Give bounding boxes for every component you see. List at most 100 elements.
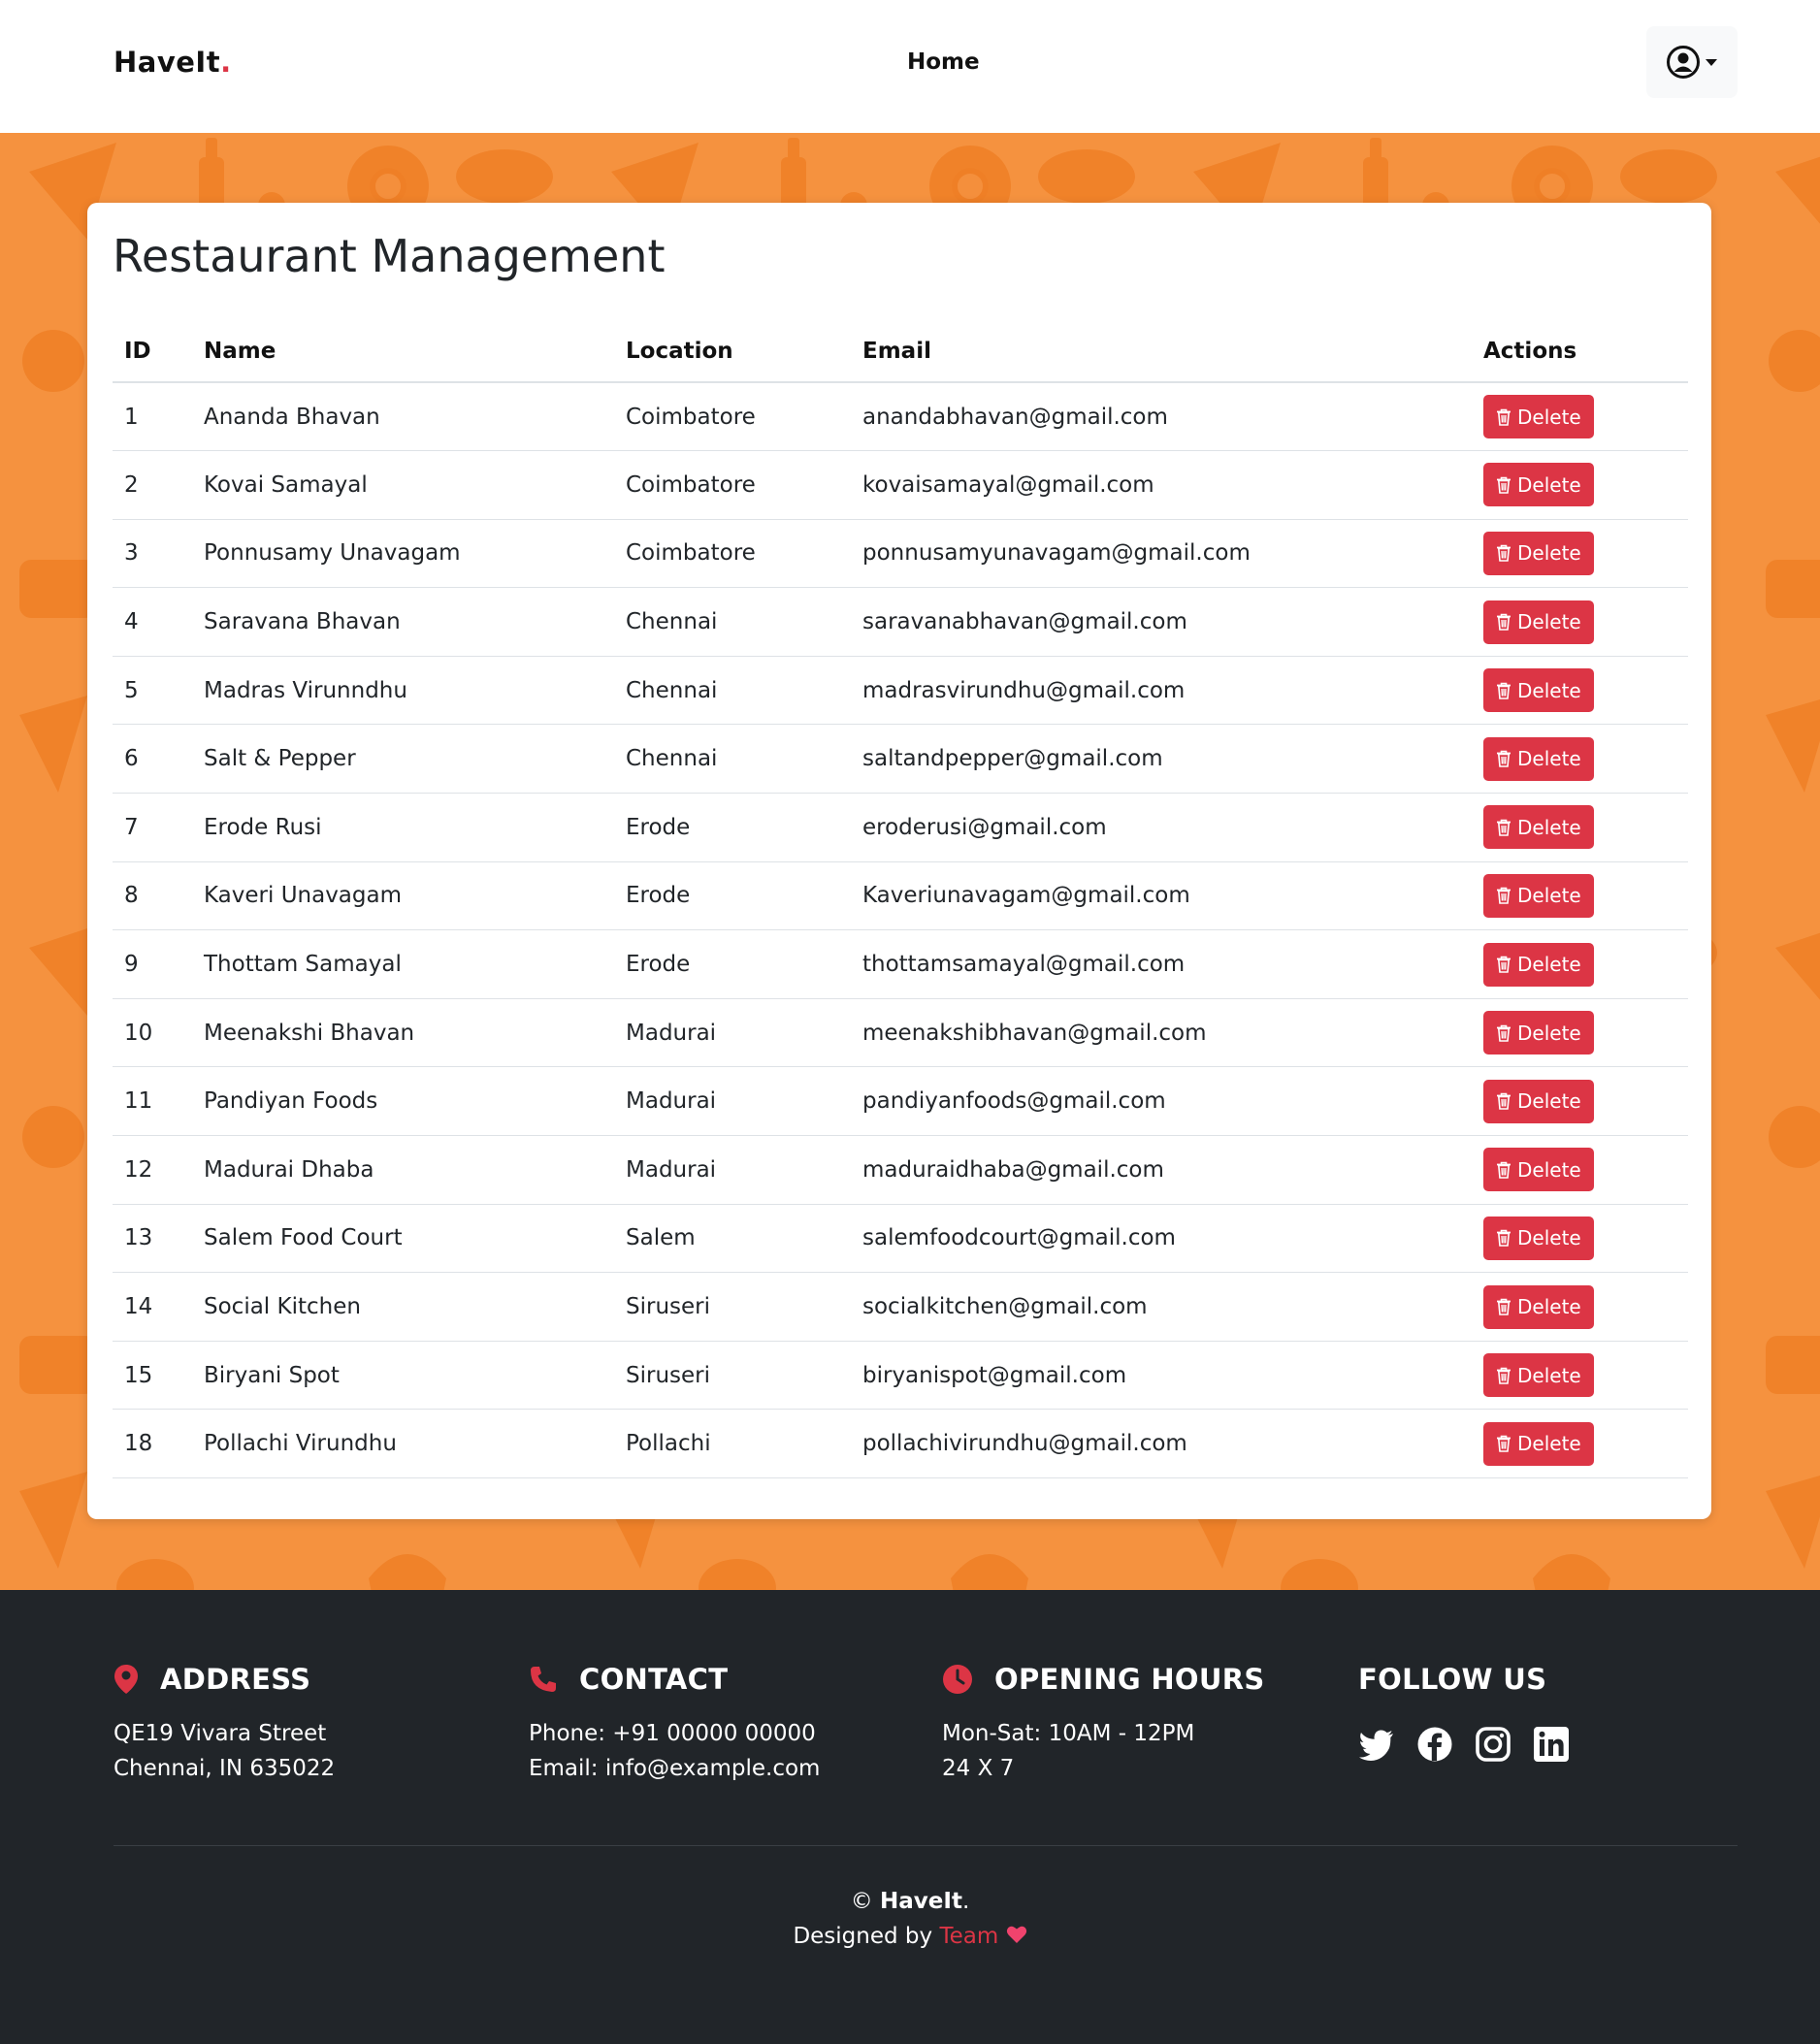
linkedin-icon[interactable] (1533, 1726, 1570, 1763)
cell-id: 8 (113, 861, 192, 931)
hours-line-2: 24 X 7 (942, 1756, 1015, 1781)
cell-id: 6 (113, 724, 192, 795)
cell-location: Erode (614, 861, 851, 931)
caret-down-icon (1705, 57, 1718, 67)
delete-button[interactable]: Delete (1483, 1284, 1594, 1329)
contact-phone: Phone: +91 00000 00000 (529, 1721, 816, 1746)
cell-name: Ponnusamy Unavagam (192, 519, 614, 589)
table-row: 15 Biryani Spot Siruseri biryanispot@gmail.… (113, 1341, 1688, 1411)
delete-button[interactable]: Delete (1483, 531, 1594, 575)
cell-actions: Delete (1472, 793, 1688, 862)
cell-name: Salt & Pepper (192, 724, 614, 795)
delete-button[interactable]: Delete (1483, 873, 1594, 918)
cell-location: Madurai (614, 1135, 851, 1205)
cell-actions: Delete (1472, 519, 1688, 589)
cell-location: Madurai (614, 998, 851, 1068)
delete-label: Delete (1517, 953, 1581, 977)
cell-email: saravanabhavan@gmail.com (851, 587, 1472, 657)
delete-button[interactable]: Delete (1483, 1353, 1594, 1398)
cell-id: 14 (113, 1272, 192, 1342)
trash-icon (1496, 613, 1511, 631)
footer-divider (114, 1845, 1738, 1846)
table-header-row: ID Name Location Email Actions (113, 320, 1688, 383)
trash-icon (1496, 1024, 1511, 1042)
user-menu-button[interactable] (1646, 26, 1738, 98)
trash-icon (1496, 750, 1511, 768)
cell-id: 5 (113, 656, 192, 726)
header-name: Name (192, 320, 614, 383)
delete-label: Delete (1517, 610, 1581, 634)
delete-label: Delete (1517, 1226, 1581, 1250)
cell-actions: Delete (1472, 1341, 1688, 1411)
trash-icon (1496, 408, 1511, 426)
nav-home-link[interactable]: Home (907, 49, 980, 75)
follow-heading: FOLLOW US (1358, 1663, 1547, 1696)
footer: ADDRESS QE19 Vivara Street Chennai, IN 6… (0, 1590, 1820, 2044)
delete-button[interactable]: Delete (1483, 1079, 1594, 1123)
twitter-icon[interactable] (1358, 1726, 1395, 1763)
cell-email: eroderusi@gmail.com (851, 793, 1472, 862)
navbar: HaveIt. Home (0, 0, 1820, 133)
cell-id: 12 (113, 1135, 192, 1205)
team-link[interactable]: Team (939, 1924, 998, 1949)
cell-location: Salem (614, 1204, 851, 1274)
delete-label: Delete (1517, 472, 1581, 497)
delete-button[interactable]: Delete (1483, 942, 1594, 987)
cell-location: Coimbatore (614, 450, 851, 520)
copyright-block: © HaveIt. Designed by Team (0, 1884, 1820, 1955)
delete-label: Delete (1517, 1432, 1581, 1456)
facebook-icon[interactable] (1416, 1726, 1453, 1763)
cell-email: madrasvirundhu@gmail.com (851, 656, 1472, 726)
cell-name: Kaveri Unavagam (192, 861, 614, 931)
contact-heading: CONTACT (579, 1663, 729, 1696)
brand-logo[interactable]: HaveIt. (114, 46, 232, 79)
copyright-symbol: © (850, 1889, 873, 1914)
cell-email: Kaveriunavagam@gmail.com (851, 861, 1472, 931)
address-heading: ADDRESS (160, 1663, 311, 1696)
trash-icon (1496, 956, 1511, 973)
cell-id: 4 (113, 587, 192, 657)
address-line-2: Chennai, IN 635022 (114, 1756, 336, 1781)
instagram-icon[interactable] (1475, 1726, 1511, 1763)
cell-actions: Delete (1472, 450, 1688, 520)
user-circle-icon (1666, 45, 1701, 80)
cell-location: Coimbatore (614, 519, 851, 589)
table-row: 5 Madras Virunndhu Chennai madrasvirundhu@g… (113, 656, 1688, 726)
cell-email: socialkitchen@gmail.com (851, 1272, 1472, 1342)
cell-location: Chennai (614, 724, 851, 795)
delete-button[interactable]: Delete (1483, 736, 1594, 781)
cell-name: Meenakshi Bhavan (192, 998, 614, 1068)
cell-location: Erode (614, 929, 851, 999)
delete-label: Delete (1517, 678, 1581, 702)
trash-icon (1496, 1298, 1511, 1315)
table-row: 8 Kaveri Unavagam Erode Kaveriunavagam@gmai… (113, 861, 1688, 931)
delete-button[interactable]: Delete (1483, 1216, 1594, 1260)
delete-button[interactable]: Delete (1483, 668, 1594, 713)
cell-actions: Delete (1472, 587, 1688, 657)
delete-button[interactable]: Delete (1483, 395, 1594, 439)
restaurant-management-card: Restaurant Management ID Name Location E… (87, 203, 1711, 1519)
delete-button[interactable]: Delete (1483, 600, 1594, 644)
delete-button[interactable]: Delete (1483, 1421, 1594, 1466)
trash-icon (1496, 476, 1511, 494)
cell-email: ponnusamyunavagam@gmail.com (851, 519, 1472, 589)
cell-id: 11 (113, 1066, 192, 1137)
cell-actions: Delete (1472, 861, 1688, 931)
cell-name: Saravana Bhavan (192, 587, 614, 657)
cell-id: 13 (113, 1204, 192, 1274)
designed-by-line: Designed by Team (0, 1919, 1820, 1955)
delete-button[interactable]: Delete (1483, 1011, 1594, 1055)
trash-icon (1496, 1435, 1511, 1453)
table-row: 1 Ananda Bhavan Coimbatore anandabhavan@gma… (113, 382, 1688, 452)
delete-button[interactable]: Delete (1483, 1148, 1594, 1192)
cell-email: saltandpepper@gmail.com (851, 724, 1472, 795)
delete-button[interactable]: Delete (1483, 805, 1594, 850)
cell-actions: Delete (1472, 998, 1688, 1068)
cell-actions: Delete (1472, 1066, 1688, 1137)
delete-button[interactable]: Delete (1483, 463, 1594, 507)
trash-icon (1496, 1367, 1511, 1384)
table-row: 18 Pollachi Virundhu Pollachi pollachivirun… (113, 1409, 1688, 1478)
trash-icon (1496, 887, 1511, 905)
cell-email: pandiyanfoods@gmail.com (851, 1066, 1472, 1137)
cell-email: pollachivirundhu@gmail.com (851, 1409, 1472, 1478)
